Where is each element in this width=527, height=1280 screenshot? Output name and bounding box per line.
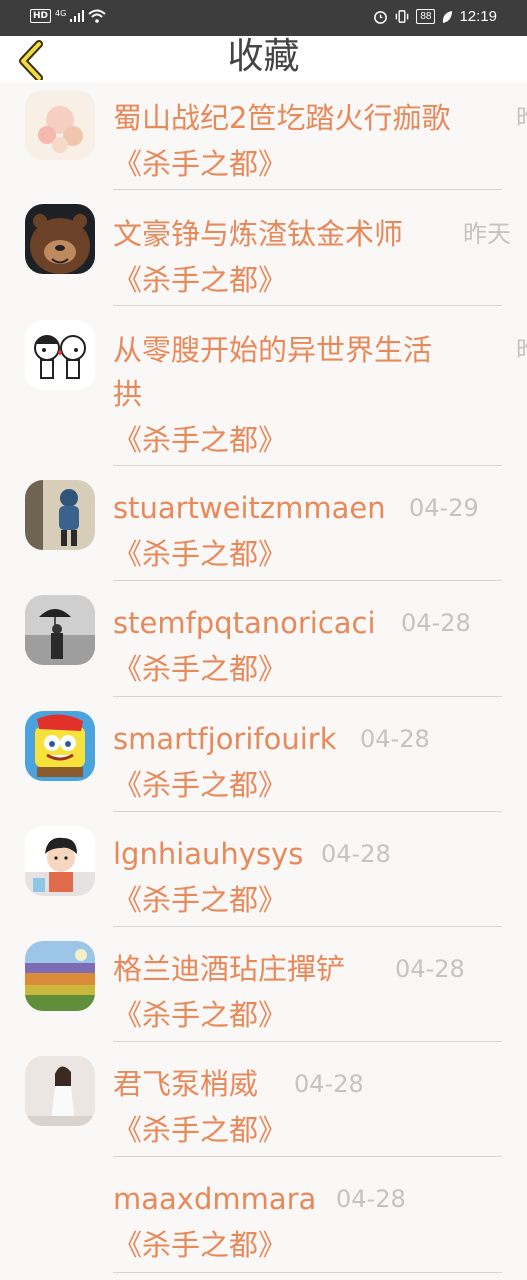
username: maaxdmmara: [113, 1182, 317, 1216]
username: 格兰迪酒玷庄撣铲: [113, 952, 346, 986]
list-item[interactable]: lgnhiauhysys 04-28 《杀手之都》: [0, 812, 527, 927]
network-type: 4G: [55, 8, 67, 18]
novel-title[interactable]: 《杀手之都》: [113, 1112, 287, 1148]
date: 昨: [516, 100, 527, 136]
username-line2: 拱: [113, 377, 143, 411]
list-item[interactable]: smartfjorifouirk 04-28 《杀手之都》: [0, 697, 527, 812]
username: 君飞泵梢威: [113, 1067, 259, 1101]
list-item[interactable]: stuartweitzmmaen 04-29 《杀手之都》: [0, 466, 527, 581]
novel-title[interactable]: 《杀手之都》: [113, 262, 287, 298]
date: 04-28: [321, 840, 391, 868]
novel-title[interactable]: 《杀手之都》: [113, 146, 287, 182]
date: 昨: [516, 332, 527, 368]
username: 蜀山战纪2笸圪踏火行痂歌: [113, 101, 451, 135]
novel-title[interactable]: 《杀手之都》: [113, 651, 287, 687]
app-header: 收藏: [0, 36, 527, 82]
list-item[interactable]: stemfpqtanoricaci 04-28 《杀手之都》: [0, 581, 527, 697]
avatar[interactable]: [25, 320, 95, 390]
avatar[interactable]: [25, 595, 95, 665]
list-item[interactable]: 文豪铮与炼渣钛金术师 昨天 《杀手之都》: [0, 190, 527, 306]
date: 04-28: [395, 955, 465, 983]
avatar[interactable]: [25, 711, 95, 781]
page-title: 收藏: [227, 36, 300, 77]
date: 04-28: [360, 725, 430, 753]
vibrate-icon: [396, 10, 409, 23]
avatar[interactable]: [25, 90, 95, 160]
status-right: 88 12:19: [373, 8, 497, 25]
divider: [113, 1272, 502, 1273]
date: 04-28: [294, 1070, 364, 1098]
avatar[interactable]: [25, 826, 95, 896]
list-item[interactable]: maaxdmmara 04-28 《杀手之都》: [0, 1157, 527, 1277]
list-item[interactable]: 蜀山战纪2笸圪踏火行痂歌 昨 《杀手之都》: [0, 82, 527, 190]
date: 04-28: [336, 1185, 406, 1213]
username: 文豪铮与炼渣钛金术师: [113, 217, 404, 251]
novel-title[interactable]: 《杀手之都》: [113, 422, 287, 458]
avatar[interactable]: [25, 480, 95, 550]
clock: 12:19: [459, 8, 497, 25]
date: 04-28: [401, 609, 471, 637]
username: stuartweitzmmaen: [113, 491, 386, 525]
avatar[interactable]: [25, 1056, 95, 1126]
wifi-icon: [88, 9, 106, 23]
username-line1: 从零膄开始的异世界生活: [113, 333, 433, 367]
novel-title[interactable]: 《杀手之都》: [113, 997, 287, 1033]
username: smartfjorifouirk: [113, 722, 337, 756]
avatar[interactable]: [25, 204, 95, 274]
novel-title[interactable]: 《杀手之都》: [113, 882, 287, 918]
status-bar: HD 4G 88 12:19: [0, 0, 527, 36]
username: lgnhiauhysys: [113, 837, 304, 871]
hd-badge: HD: [30, 9, 52, 23]
novel-title[interactable]: 《杀手之都》: [113, 767, 287, 803]
username: stemfpqtanoricaci: [113, 606, 376, 640]
date: 04-29: [409, 494, 479, 522]
leaf-icon: [443, 10, 453, 23]
novel-title[interactable]: 《杀手之都》: [113, 536, 287, 572]
date: 昨天: [463, 220, 511, 248]
avatar[interactable]: [25, 941, 95, 1011]
signal-icon: [70, 10, 85, 22]
novel-title[interactable]: 《杀手之都》: [113, 1227, 287, 1263]
battery-level: 88: [416, 9, 436, 24]
status-left: HD 4G: [30, 9, 106, 23]
list-item[interactable]: 君飞泵梢威 04-28 《杀手之都》: [0, 1042, 527, 1157]
list-item[interactable]: 从零膄开始的异世界生活 昨 拱 《杀手之都》: [0, 306, 527, 466]
list-item[interactable]: 格兰迪酒玷庄撣铲 04-28 《杀手之都》: [0, 927, 527, 1042]
alarm-icon: [374, 11, 388, 24]
